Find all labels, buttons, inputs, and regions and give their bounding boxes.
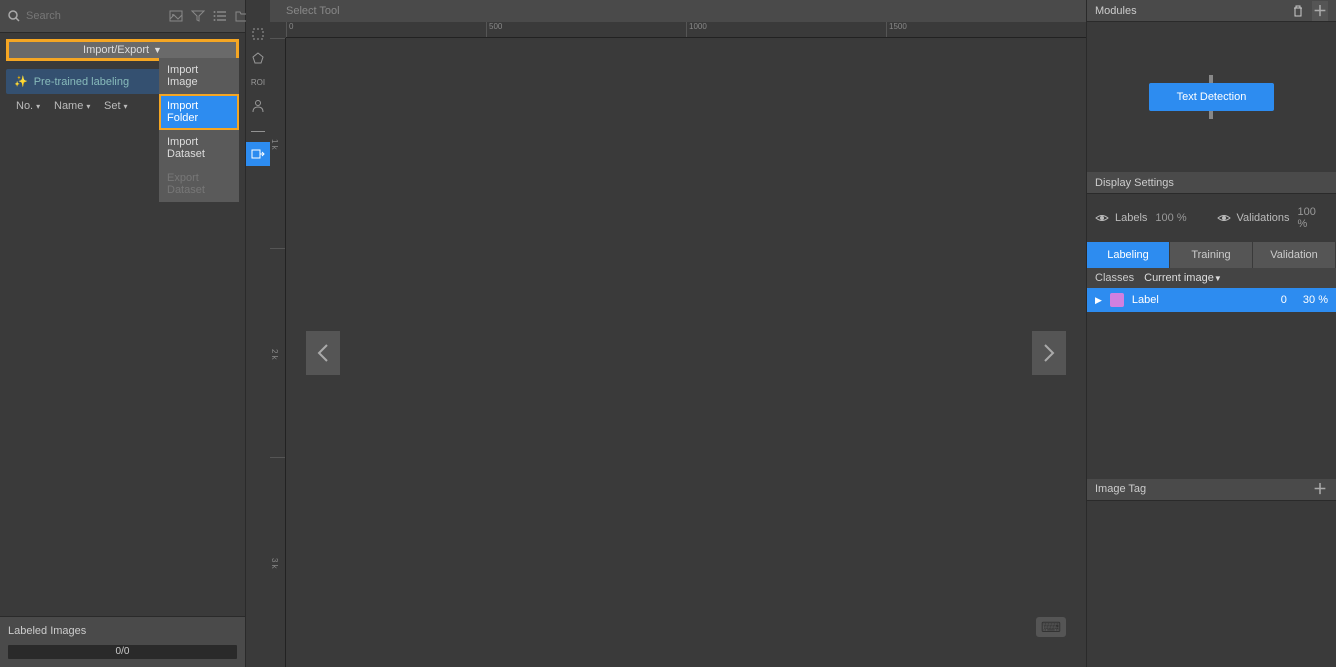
import-export-button[interactable]: Import/Export ▼ Import Image Import Fold… xyxy=(6,39,239,61)
display-settings-body: Labels 100 % Validations 100 % xyxy=(1087,194,1336,242)
ruler-corner xyxy=(270,22,286,38)
display-settings-title: Display Settings xyxy=(1095,177,1174,189)
left-panel: Import/Export ▼ Import Image Import Fold… xyxy=(0,0,246,667)
menu-import-dataset[interactable]: Import Dataset xyxy=(159,130,239,166)
classes-list xyxy=(1087,312,1336,479)
modules-header: Modules ＋ xyxy=(1087,0,1336,22)
canvas-body: 0 500 1000 1500 1 k 2 k 3 k ⌨ xyxy=(270,22,1086,667)
next-image-button[interactable] xyxy=(1032,331,1066,375)
delete-module-icon[interactable] xyxy=(1292,5,1308,17)
caret-down-icon: ▼ xyxy=(153,45,162,55)
wand-icon: ✨ xyxy=(14,75,28,88)
tool-select[interactable] xyxy=(246,22,270,46)
progress-bar: 0/0 xyxy=(8,645,237,659)
tool-strip: ROI — xyxy=(246,0,270,667)
class-color-swatch xyxy=(1110,293,1124,307)
class-item[interactable]: ▶ Label 0 30 % xyxy=(1087,288,1336,312)
tab-training[interactable]: Training xyxy=(1170,242,1253,268)
classes-scope-select[interactable]: Current image▼ xyxy=(1144,272,1222,284)
ruler-vertical: 1 k 2 k 3 k xyxy=(270,38,286,667)
pretrained-label: Pre-trained labeling xyxy=(34,76,129,88)
image-tag-body xyxy=(1087,501,1336,667)
tool-name-label: Select Tool xyxy=(286,5,340,17)
tab-validation[interactable]: Validation xyxy=(1253,242,1336,268)
menu-export-dataset: Export Dataset xyxy=(159,166,239,202)
filter-icon[interactable] xyxy=(190,8,206,24)
canvas-area: Select Tool 0 500 1000 1500 1 k 2 k 3 k xyxy=(270,0,1086,667)
list-view-icon[interactable] xyxy=(212,8,228,24)
canvas-header: Select Tool xyxy=(270,0,1086,22)
modules-title: Modules xyxy=(1095,5,1137,17)
menu-import-folder[interactable]: Import Folder xyxy=(159,94,239,130)
tool-roi[interactable]: ROI xyxy=(246,70,270,94)
class-pct: 30 % xyxy=(1303,294,1328,306)
import-export-menu: Import Image Import Folder Import Datase… xyxy=(159,58,239,202)
col-no[interactable]: No.▾ xyxy=(8,100,46,112)
search-bar xyxy=(0,0,245,33)
add-module-icon[interactable]: ＋ xyxy=(1312,1,1328,21)
eye-icon xyxy=(1217,213,1231,223)
image-tag-title: Image Tag xyxy=(1095,483,1146,495)
labeled-images-section: Labeled Images 0/0 xyxy=(0,616,245,667)
display-validations-toggle[interactable]: Validations 100 % xyxy=(1217,206,1329,230)
search-icon xyxy=(8,10,20,22)
module-text-detection[interactable]: Text Detection xyxy=(1149,83,1275,111)
eye-icon xyxy=(1095,213,1109,223)
search-input[interactable] xyxy=(26,10,168,22)
thumbnail-view-icon[interactable] xyxy=(168,8,184,24)
col-name[interactable]: Name▾ xyxy=(46,100,96,112)
right-panel: Modules ＋ Text Detection Display Setting… xyxy=(1086,0,1336,667)
canvas-viewport[interactable]: ⌨ xyxy=(286,38,1086,667)
ruler-horizontal: 0 500 1000 1500 xyxy=(286,22,1086,38)
prev-image-button[interactable] xyxy=(306,331,340,375)
modules-body: Text Detection xyxy=(1087,22,1336,172)
add-tag-icon[interactable]: ＋ xyxy=(1312,479,1328,499)
tool-expand[interactable] xyxy=(246,142,270,166)
expand-arrow-icon: ▶ xyxy=(1095,295,1102,306)
mode-tabs: Labeling Training Validation xyxy=(1087,242,1336,268)
image-tag-header: Image Tag ＋ xyxy=(1087,479,1336,501)
keyboard-icon[interactable]: ⌨ xyxy=(1036,617,1066,637)
display-settings-header: Display Settings xyxy=(1087,172,1336,194)
tool-separator: — xyxy=(246,118,270,142)
progress-text: 0/0 xyxy=(8,645,237,659)
classes-header: Classes Current image▼ xyxy=(1087,268,1336,288)
class-name-label: Label xyxy=(1132,294,1273,306)
menu-import-image[interactable]: Import Image xyxy=(159,58,239,94)
classes-label: Classes xyxy=(1095,272,1134,284)
tab-labeling[interactable]: Labeling xyxy=(1087,242,1170,268)
class-count: 0 xyxy=(1281,294,1287,306)
tool-polygon[interactable] xyxy=(246,46,270,70)
import-export-label: Import/Export xyxy=(83,44,149,56)
tool-user[interactable] xyxy=(246,94,270,118)
labeled-images-title: Labeled Images xyxy=(8,625,237,637)
col-set[interactable]: Set▾ xyxy=(96,100,134,112)
display-labels-toggle[interactable]: Labels 100 % xyxy=(1095,212,1207,224)
